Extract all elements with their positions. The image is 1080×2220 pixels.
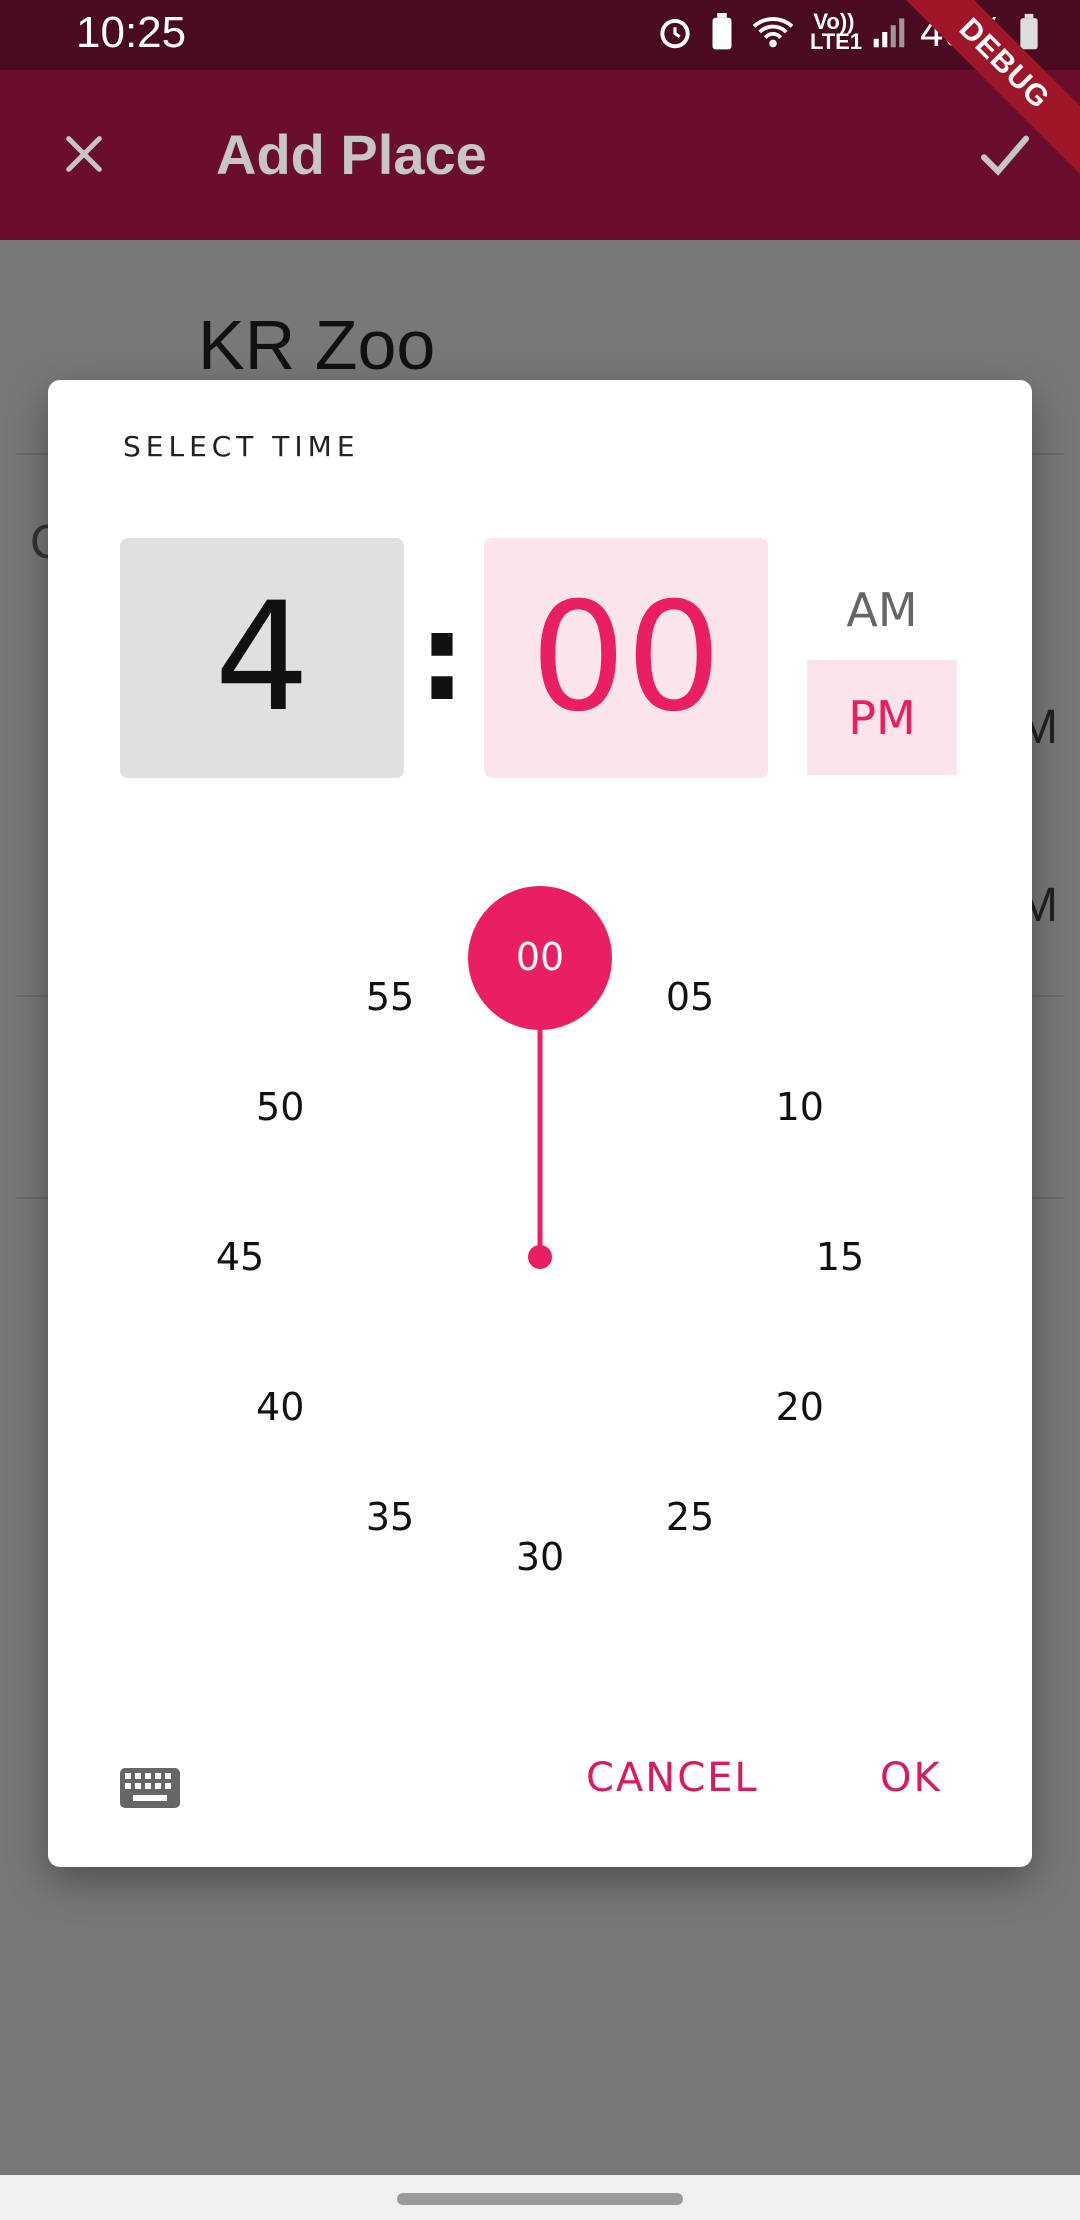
dial-number-25[interactable]: 25 [666, 1495, 714, 1539]
app-bar: Add Place [0, 70, 1080, 240]
alarm-icon [660, 18, 690, 49]
dial-number-35[interactable]: 35 [366, 1495, 414, 1539]
whatsapp-icon [246, 14, 286, 54]
signal-icon [873, 18, 905, 48]
minute-display[interactable]: 00 [484, 538, 768, 778]
network-label: Vo)) LTE1 [809, 9, 863, 54]
check-icon [980, 135, 1030, 176]
dial-number-40[interactable]: 40 [256, 1385, 304, 1429]
time-separator: : [418, 588, 466, 728]
dial-number-20[interactable]: 20 [776, 1385, 824, 1429]
page-title: Add Place [216, 123, 487, 186]
dialog-title: SELECT TIME [123, 430, 360, 463]
time-picker-dialog: SELECT TIME 4 : 00 AM PM 00 05 10 15 20 25 30 3… [48, 380, 1032, 1867]
close-icon [66, 136, 102, 172]
dial-number-00[interactable]: 00 [516, 935, 564, 979]
am-toggle[interactable]: AM [807, 560, 957, 660]
dial-numbers: 00 05 10 15 20 25 30 35 40 45 50 55 [216, 935, 864, 1579]
dial-number-30[interactable]: 30 [516, 1535, 564, 1579]
navigation-bar [0, 2175, 1080, 2220]
keyboard-mode-button[interactable] [118, 1766, 182, 1810]
wifi-icon [752, 17, 794, 48]
dial-number-50[interactable]: 50 [256, 1085, 304, 1129]
ok-button[interactable]: OK [880, 1755, 942, 1801]
dial-number-10[interactable]: 10 [776, 1085, 824, 1129]
battery-saver-icon [712, 13, 732, 50]
home-handle[interactable] [397, 2193, 683, 2205]
battery-icon [1020, 13, 1038, 50]
dial-number-55[interactable]: 55 [366, 975, 414, 1019]
place-name-field: KR Zoo [198, 306, 436, 384]
dial-center [528, 1245, 552, 1269]
hour-display[interactable]: 4 [120, 538, 404, 778]
pm-toggle[interactable]: PM [807, 660, 957, 775]
dial-number-05[interactable]: 05 [666, 975, 714, 1019]
keyboard-icon [120, 1768, 180, 1808]
dial-number-15[interactable]: 15 [816, 1235, 864, 1279]
save-button[interactable] [970, 120, 1040, 190]
dial-number-45[interactable]: 45 [216, 1235, 264, 1279]
close-button[interactable] [52, 122, 116, 186]
status-time: 10:25 [76, 8, 187, 57]
cancel-button[interactable]: CANCEL [586, 1755, 759, 1801]
